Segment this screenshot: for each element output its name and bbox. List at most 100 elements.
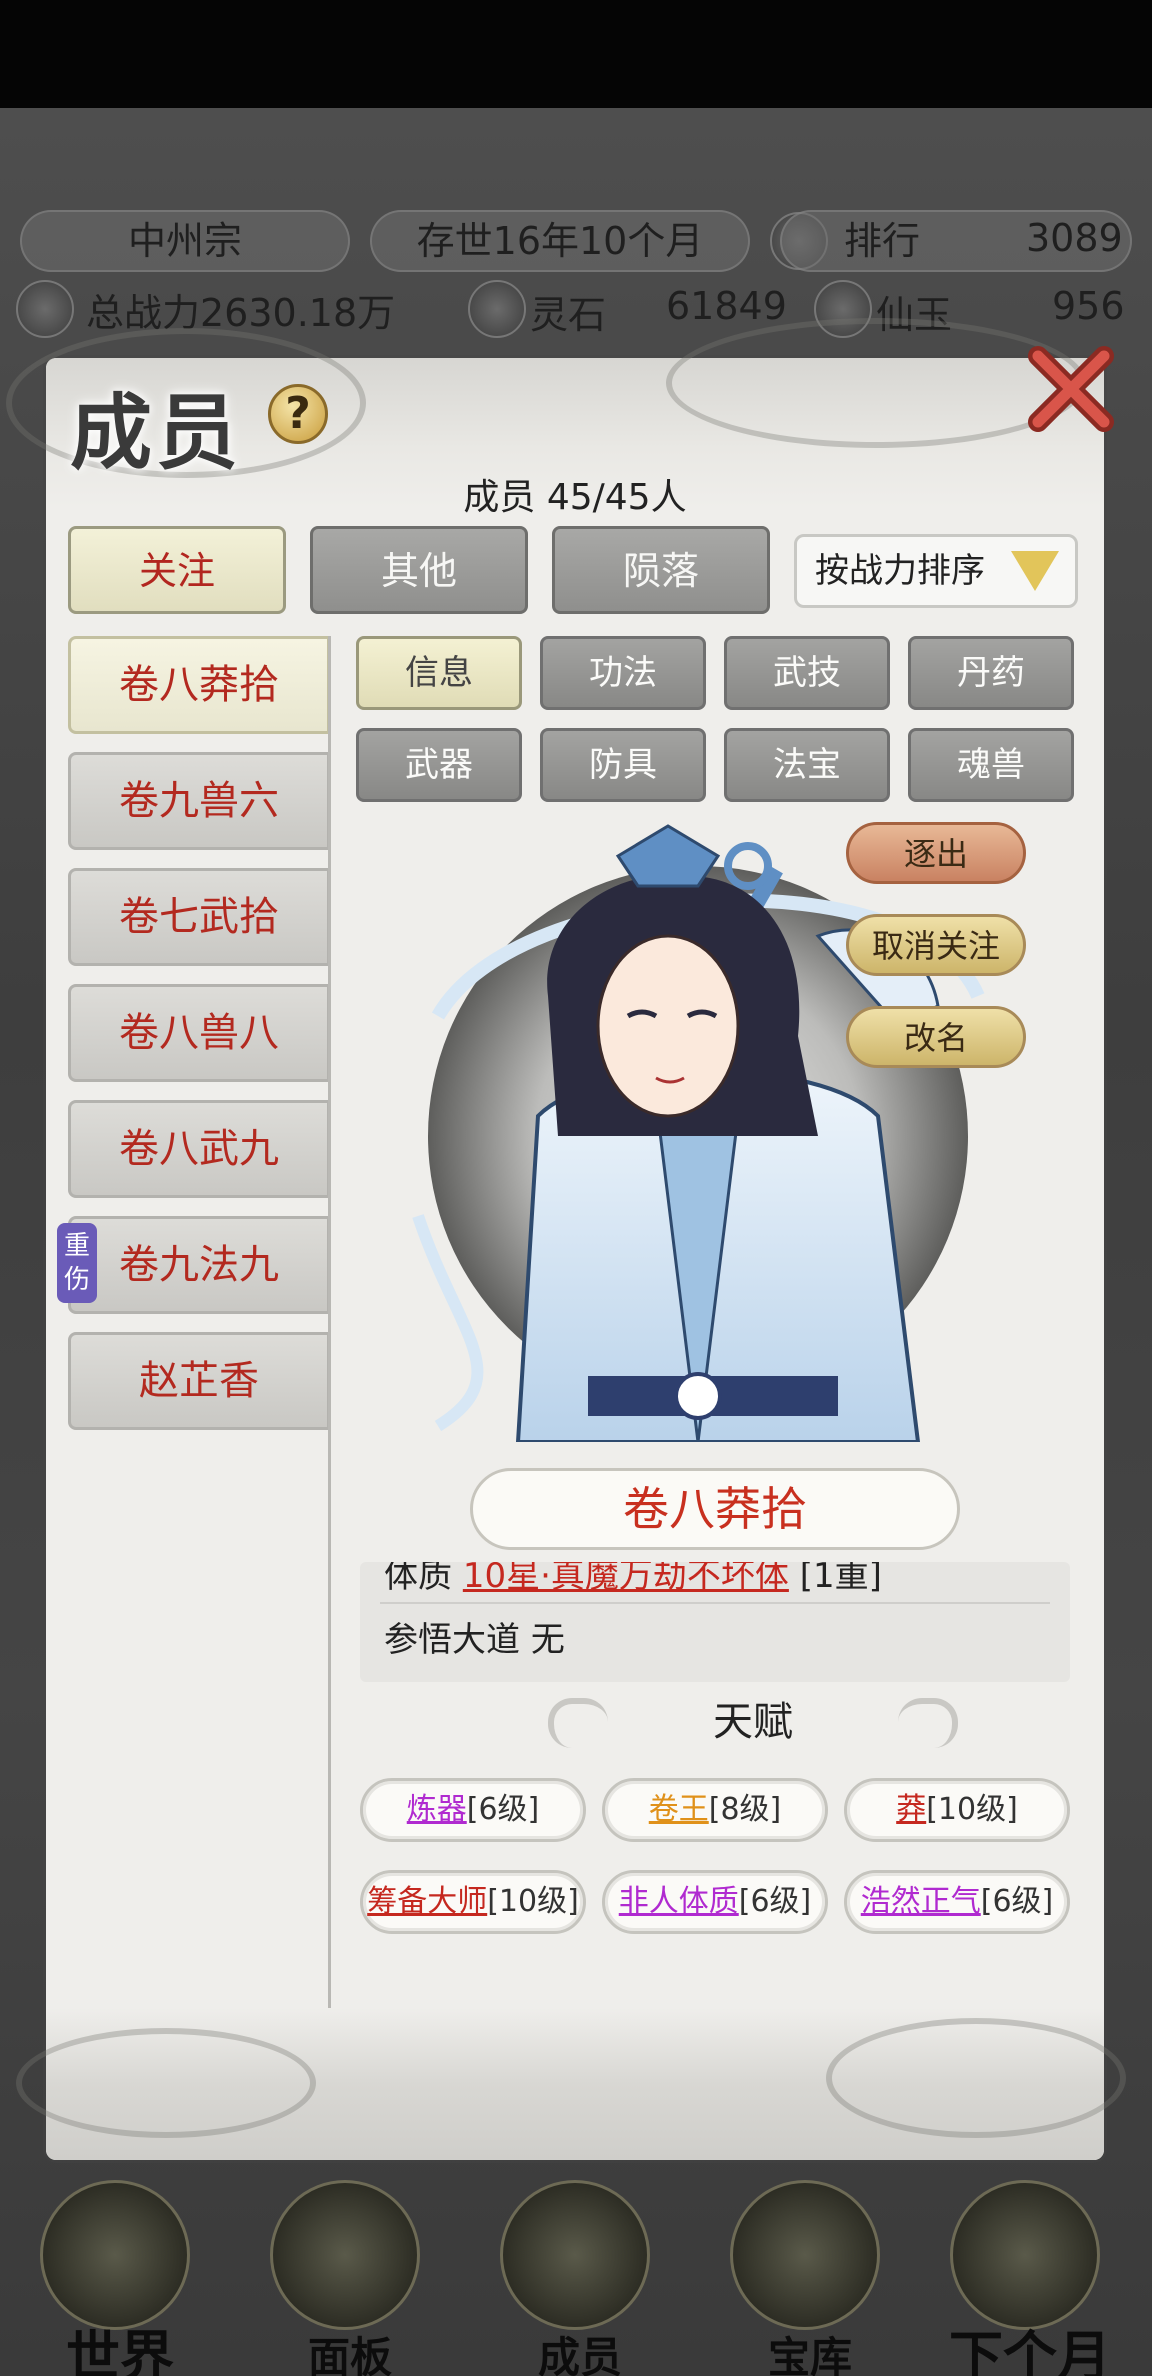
talent-level: [10级]: [487, 1884, 579, 1919]
spirit-stone-icon: [468, 280, 526, 338]
sort-label: 按战力排序: [815, 551, 985, 591]
bottom-nav: 世界 面板 成员 宝库 下个月: [0, 2160, 1152, 2376]
member-name: 卷九兽六: [119, 778, 279, 824]
cloud-decoration: [16, 2028, 316, 2138]
talent-name: 非人体质: [618, 1884, 739, 1919]
talent-item[interactable]: 卷王[8级]: [602, 1778, 828, 1842]
hud-top-row: 中州宗 存世16年10个月 排行 3089: [0, 196, 1152, 284]
unfollow-button[interactable]: 取消关注: [846, 914, 1026, 976]
scroll-icon: [270, 2180, 420, 2330]
yin-yang-icon: [730, 2180, 880, 2330]
sort-dropdown[interactable]: 按战力排序: [794, 534, 1078, 608]
divider: [380, 1602, 1050, 1604]
dao-value: 无: [530, 1620, 565, 1660]
tab-follow[interactable]: 关注: [68, 526, 286, 614]
talent-name: 筹备大师: [367, 1884, 488, 1919]
triangle-down-icon: [1011, 551, 1059, 591]
tab-technique[interactable]: 功法: [540, 636, 706, 710]
talent-level: [6级]: [738, 1884, 812, 1919]
rank-label: 排行: [844, 219, 921, 263]
dao-label: 参悟大道: [384, 1620, 520, 1660]
rename-button[interactable]: 改名: [846, 1006, 1026, 1068]
bracket-decoration: [898, 1698, 958, 1748]
talent-level: [10级]: [926, 1792, 1018, 1827]
dialog-footer-decoration: [16, 2008, 1126, 2160]
tab-weapon[interactable]: 武器: [356, 728, 522, 802]
member-dialog: 成员 ? 成员 45/45人 关注 其他 陨落 按战力排序 卷八莽拾 卷九兽六 …: [6, 318, 1126, 2160]
close-button[interactable]: [1024, 342, 1118, 436]
nav-next-month[interactable]: 下个月: [920, 2160, 1142, 2376]
tab-martial-skill[interactable]: 武技: [724, 636, 890, 710]
tab-armor[interactable]: 防具: [540, 728, 706, 802]
injury-badge: 重伤: [57, 1223, 97, 1303]
nav-label: 宝库: [767, 2333, 852, 2376]
talent-item[interactable]: 炼器[6级]: [360, 1778, 586, 1842]
talent-name: 莽: [896, 1792, 927, 1827]
nav-label: 成员: [537, 2333, 622, 2376]
member-item[interactable]: 赵芷香: [68, 1332, 330, 1430]
tab-soul-beast[interactable]: 魂兽: [908, 728, 1074, 802]
nav-panel[interactable]: 面板: [240, 2160, 460, 2376]
sect-time: 存世16年10个月: [370, 210, 750, 272]
power-icon: [16, 280, 74, 338]
tab-artifact[interactable]: 法宝: [724, 728, 890, 802]
nav-world[interactable]: 世界: [10, 2160, 230, 2376]
tab-info[interactable]: 信息: [356, 636, 522, 710]
selected-member-name: 卷八莽拾: [623, 1482, 807, 1536]
status-bar: [0, 0, 1152, 108]
tab-pills[interactable]: 丹药: [908, 636, 1074, 710]
constitution-suffix: [1重]: [799, 1562, 882, 1596]
tab-fallen[interactable]: 陨落: [552, 526, 770, 614]
talent-level: [8级]: [708, 1792, 782, 1827]
spirit-stone-value: 61849: [666, 284, 787, 328]
talent-title: 天赋: [713, 1699, 793, 1745]
constitution-label: 体质: [384, 1562, 452, 1596]
character-portrait: [398, 816, 1018, 1444]
globe-icon: [40, 2180, 190, 2330]
nav-members[interactable]: 成员: [470, 2160, 690, 2376]
member-name: 卷九法九: [119, 1242, 279, 1288]
talent-item[interactable]: 浩然正气[6级]: [844, 1870, 1070, 1934]
nav-label: 面板: [307, 2333, 392, 2376]
member-name: 卷七武拾: [119, 894, 279, 940]
member-name: 卷八兽八: [119, 1010, 279, 1056]
member-item[interactable]: 重伤 卷九法九: [57, 1216, 330, 1314]
expel-button[interactable]: 逐出: [846, 822, 1026, 884]
member-detail-panel[interactable]: 体质 10星·真魔万劫不坏体 [1重] 参悟大道 无: [360, 1562, 1070, 1682]
rank-value: 3089: [1026, 216, 1123, 260]
nav-treasury[interactable]: 宝库: [700, 2160, 920, 2376]
member-name: 卷八莽拾: [119, 662, 279, 708]
member-item[interactable]: 卷八兽八: [68, 984, 330, 1082]
talent-name: 浩然正气: [860, 1884, 981, 1919]
close-icon: [1028, 346, 1114, 432]
talent-item[interactable]: 非人体质[6级]: [602, 1870, 828, 1934]
talent-name: 卷王: [648, 1792, 709, 1827]
constitution-value[interactable]: 10星·真魔万劫不坏体: [463, 1562, 789, 1596]
jade-value: 956: [1052, 284, 1125, 328]
sect-name: 中州宗: [20, 210, 350, 272]
list-divider: [328, 636, 331, 2036]
character-illustration: [412, 824, 985, 1444]
member-item[interactable]: 卷七武拾: [68, 868, 330, 966]
talent-item[interactable]: 莽[10级]: [844, 1778, 1070, 1842]
member-item[interactable]: 卷八武九: [68, 1100, 330, 1198]
bracket-decoration: [548, 1698, 608, 1748]
tab-other[interactable]: 其他: [310, 526, 528, 614]
member-count: 成员 45/45人: [463, 477, 687, 518]
member-name: 卷八武九: [119, 1126, 279, 1172]
dao-row: 参悟大道 无: [384, 1612, 565, 1661]
member-item[interactable]: 卷八莽拾: [68, 636, 330, 734]
talent-item[interactable]: 筹备大师[10级]: [360, 1870, 586, 1934]
spirit-stone-label: 灵石: [530, 293, 607, 337]
talent-name: 炼器: [406, 1792, 467, 1827]
member-name-plate: 卷八莽拾: [470, 1468, 960, 1550]
talent-level: [6级]: [466, 1792, 540, 1827]
help-icon[interactable]: ?: [268, 384, 328, 444]
cloud-decoration: [666, 318, 1086, 448]
calendar-icon: [950, 2180, 1100, 2330]
cloud-decoration: [826, 2018, 1126, 2138]
power-label: 总战力2630.18万: [86, 291, 396, 335]
talent-level: [6级]: [980, 1884, 1054, 1919]
member-item[interactable]: 卷九兽六: [68, 752, 330, 850]
constitution-row: 体质 10星·真魔万劫不坏体 [1重]: [384, 1562, 882, 1597]
